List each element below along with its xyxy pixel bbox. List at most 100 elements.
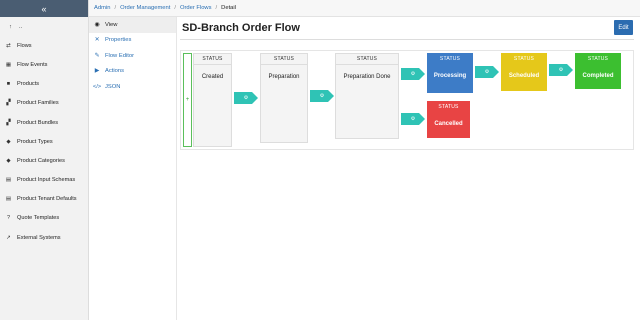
sidebar-item-product-families[interactable]: ▞ Product Families bbox=[0, 94, 88, 113]
tab-properties[interactable]: ✕ Properties bbox=[89, 33, 176, 49]
sidebar-item-label: Products bbox=[17, 81, 40, 88]
status-node-name: Processing bbox=[433, 73, 467, 79]
breadcrumb-separator: / bbox=[174, 5, 176, 11]
sidebar-item-label: Flows bbox=[17, 42, 32, 49]
status-node-name: Cancelled bbox=[434, 121, 463, 127]
sidebar-item-label: Product Input Schemas bbox=[17, 177, 76, 184]
flow-start-node[interactable]: + bbox=[183, 53, 192, 147]
sidebar-item-up[interactable]: ↑.. bbox=[0, 17, 88, 36]
transition-arrow[interactable]: ⚙ bbox=[234, 92, 258, 104]
sidebar-item-label: .. bbox=[19, 23, 23, 30]
transition-arrow[interactable]: ⚙ bbox=[310, 90, 334, 102]
status-node-header: STATUS bbox=[439, 55, 461, 62]
status-node-header: STATUS bbox=[513, 55, 535, 62]
sidebar-item-products[interactable]: ■ Products bbox=[0, 75, 88, 94]
status-node-header: STATUS bbox=[336, 54, 398, 65]
sidebar-item-external-systems[interactable]: ↗ External Systems bbox=[0, 228, 88, 247]
edit-icon: ✎ bbox=[94, 52, 100, 59]
status-node-header: STATUS bbox=[194, 54, 231, 65]
tab-label: View bbox=[105, 21, 118, 28]
sidebar-item-label: Quote Templates bbox=[17, 215, 60, 222]
status-node-created[interactable]: STATUS Created bbox=[193, 53, 232, 147]
question-icon: ? bbox=[6, 215, 11, 222]
cubes-icon: ▞ bbox=[6, 119, 11, 126]
sidebar-item-flow-events[interactable]: ▦ Flow Events bbox=[0, 55, 88, 74]
edit-button[interactable]: Edit bbox=[614, 20, 633, 35]
breadcrumb-admin[interactable]: Admin bbox=[94, 5, 110, 11]
status-node-header: STATUS bbox=[261, 54, 307, 65]
sidebar-item-product-bundles[interactable]: ▞ Product Bundles bbox=[0, 113, 88, 132]
tools-icon: ✕ bbox=[94, 37, 100, 44]
detail-nav: ◉ View ✕ Properties ✎ Flow Editor ▶ Actions … bbox=[89, 17, 177, 320]
status-node-preparation[interactable]: STATUS Preparation bbox=[260, 53, 308, 143]
breadcrumb-order-flows[interactable]: Order Flows bbox=[180, 5, 212, 11]
calendar-icon: ▦ bbox=[5, 61, 12, 68]
breadcrumb-order-management[interactable]: Order Management bbox=[120, 5, 170, 11]
sidebar-item-label: Flow Events bbox=[17, 61, 48, 68]
status-node-cancelled[interactable]: STATUS Cancelled bbox=[427, 101, 470, 138]
plus-icon: + bbox=[185, 97, 190, 103]
gear-icon: ⚙ bbox=[319, 93, 325, 99]
tab-label: Properties bbox=[105, 37, 132, 44]
sidebar-item-label: Product Tenant Defaults bbox=[17, 196, 77, 203]
sidebar-item-flows[interactable]: ⇄ Flows bbox=[0, 36, 88, 55]
transition-arrow[interactable]: ⚙ bbox=[401, 68, 425, 80]
document-icon: ▤ bbox=[5, 196, 12, 203]
tab-flow-editor[interactable]: ✎ Flow Editor bbox=[89, 48, 176, 64]
sidebar-item-label: Product Types bbox=[17, 138, 53, 145]
status-node-header: STATUS bbox=[438, 103, 459, 110]
sidebar-item-product-types[interactable]: ◆ Product Types bbox=[0, 132, 88, 151]
tab-label: Flow Editor bbox=[105, 52, 134, 59]
breadcrumb-current: Detail bbox=[221, 5, 236, 11]
breadcrumb: Admin / Order Management / Order Flows /… bbox=[89, 0, 640, 17]
sidebar-menu: ↑.. ⇄ Flows ▦ Flow Events ■ Products ▞ Produ… bbox=[0, 17, 88, 247]
tab-label: Actions bbox=[105, 68, 125, 75]
tab-actions[interactable]: ▶ Actions bbox=[89, 64, 176, 80]
eye-icon: ◉ bbox=[94, 21, 100, 28]
tab-json[interactable]: </> JSON bbox=[89, 79, 176, 95]
sidebar-item-label: Product Categories bbox=[17, 157, 65, 164]
tab-view[interactable]: ◉ View bbox=[89, 17, 176, 33]
double-chevron-left-icon: « bbox=[41, 3, 47, 14]
transition-arrow[interactable]: ⚙ bbox=[475, 66, 499, 78]
status-node-name: Completed bbox=[582, 73, 614, 79]
breadcrumb-separator: / bbox=[114, 5, 117, 11]
sidebar-item-label: Product Bundles bbox=[17, 119, 59, 126]
gear-icon: ⚙ bbox=[410, 116, 416, 122]
arrow-up-icon: ↑ bbox=[9, 23, 12, 30]
status-node-name: Preparation Done bbox=[343, 74, 391, 80]
flows-icon: ⇄ bbox=[6, 42, 11, 49]
gear-icon: ⚙ bbox=[484, 69, 490, 75]
sidebar-item-quote-templates[interactable]: ? Quote Templates bbox=[0, 209, 88, 228]
transition-arrow[interactable]: ⚙ bbox=[401, 113, 425, 125]
transition-arrow[interactable]: ⚙ bbox=[549, 64, 573, 76]
status-node-preparation-done[interactable]: STATUS Preparation Done bbox=[335, 53, 399, 139]
divider bbox=[180, 39, 634, 40]
tags-icon: ◆ bbox=[6, 157, 11, 164]
cubes-icon: ▞ bbox=[6, 100, 11, 107]
tab-label: JSON bbox=[105, 83, 121, 90]
document-icon: ▤ bbox=[5, 177, 12, 184]
breadcrumb-separator: / bbox=[215, 5, 218, 11]
sidebar-item-label: Product Families bbox=[17, 100, 59, 107]
status-node-header: STATUS bbox=[587, 55, 609, 62]
gear-icon: ⚙ bbox=[243, 95, 249, 101]
sidebar-item-product-tenant-defaults[interactable]: ▤ Product Tenant Defaults bbox=[0, 190, 88, 209]
page-title: SD-Branch Order Flow bbox=[182, 22, 300, 34]
sidebar: « ↑.. ⇄ Flows ▦ Flow Events ■ Products ▞ Pro… bbox=[0, 0, 89, 320]
status-node-processing[interactable]: STATUS Processing bbox=[427, 53, 473, 93]
status-node-name: Created bbox=[201, 74, 224, 80]
status-node-name: Scheduled bbox=[508, 73, 540, 79]
collapse-sidebar-button[interactable]: « bbox=[0, 0, 88, 17]
sidebar-item-label: External Systems bbox=[17, 234, 61, 241]
sidebar-item-product-categories[interactable]: ◆ Product Categories bbox=[0, 151, 88, 170]
tag-icon: ◆ bbox=[6, 138, 11, 145]
sidebar-item-product-input-schemas[interactable]: ▤ Product Input Schemas bbox=[0, 171, 88, 190]
external-link-icon: ↗ bbox=[6, 234, 11, 241]
status-node-completed[interactable]: STATUS Completed bbox=[575, 53, 621, 89]
status-node-name: Preparation bbox=[268, 74, 300, 80]
gear-icon: ⚙ bbox=[558, 67, 564, 73]
code-icon: </> bbox=[92, 83, 102, 90]
gear-icon: ⚙ bbox=[410, 71, 416, 77]
status-node-scheduled[interactable]: STATUS Scheduled bbox=[501, 53, 547, 91]
